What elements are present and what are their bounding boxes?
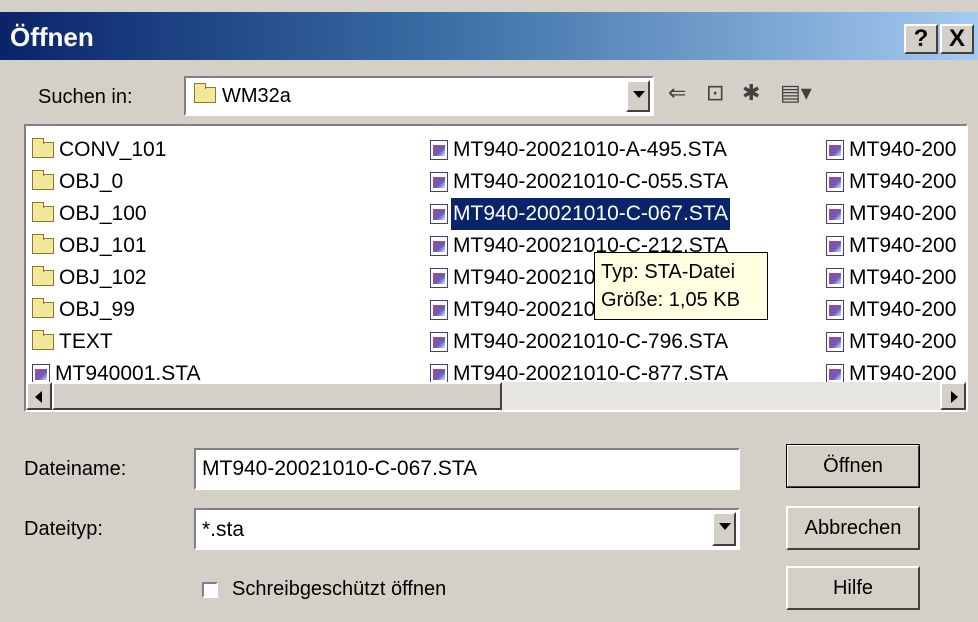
tooltip-size: Größe: 1,05 KB xyxy=(601,289,740,311)
file-item[interactable]: MT940-20021010-C-796.STA xyxy=(430,326,730,358)
folder-item[interactable]: OBJ_0 xyxy=(32,166,203,198)
item-label: OBJ_0 xyxy=(59,170,124,193)
file-icon xyxy=(826,364,844,384)
item-label: MT940-200 xyxy=(849,202,957,225)
item-label: MT940-200 xyxy=(849,298,957,321)
lookin-label: Suchen in: xyxy=(38,86,133,108)
readonly-label[interactable]: Schreibgeschützt öffnen xyxy=(232,578,446,601)
file-item[interactable]: MT940-200 xyxy=(826,262,958,294)
folder-item[interactable]: OBJ_101 xyxy=(32,230,203,262)
scroll-left-icon[interactable] xyxy=(26,382,52,410)
file-tooltip: Typ: STA-Datei Größe: 1,05 KB xyxy=(594,252,768,320)
folder-item[interactable]: TEXT xyxy=(32,326,203,358)
item-label: MT940-200 xyxy=(849,170,957,193)
item-label: MT940-200 xyxy=(849,138,957,161)
file-item[interactable]: MT940-200 xyxy=(826,294,958,326)
item-label: MT940-200 xyxy=(849,266,957,289)
file-icon xyxy=(826,204,844,224)
file-item[interactable]: MT940-200 xyxy=(826,230,958,262)
file-icon xyxy=(826,300,844,320)
folder-icon xyxy=(32,170,54,190)
file-list[interactable]: CONV_101 OBJ_0 OBJ_100 OBJ_101 OBJ_102 OBJ_99… xyxy=(24,124,968,412)
open-button[interactable]: Öffnen xyxy=(786,444,920,488)
dialog-title: Öffnen xyxy=(10,22,94,52)
file-icon xyxy=(430,236,448,256)
file-icon xyxy=(430,140,448,160)
file-icon xyxy=(826,332,844,352)
lookin-value: WM32a xyxy=(222,85,291,107)
filename-label: Dateiname: xyxy=(24,458,127,480)
item-label: OBJ_100 xyxy=(59,202,147,225)
help-button[interactable]: Hilfe xyxy=(786,566,920,610)
cancel-button[interactable]: Abbrechen xyxy=(786,506,920,550)
view-menu-icon[interactable]: ▤▾ xyxy=(780,80,812,106)
file-item[interactable]: MT940-20021010-C-067.STA xyxy=(430,197,732,231)
file-item[interactable]: MT940-200 xyxy=(826,134,958,166)
folder-icon xyxy=(32,298,54,318)
folder-item[interactable]: OBJ_102 xyxy=(32,262,203,294)
chevron-down-icon[interactable] xyxy=(626,80,650,112)
file-icon xyxy=(32,364,50,384)
chevron-down-icon[interactable] xyxy=(712,512,736,546)
item-label: TEXT xyxy=(59,330,113,353)
item-label: MT940-200 xyxy=(849,234,957,257)
file-icon xyxy=(826,140,844,160)
folder-item[interactable]: OBJ_99 xyxy=(32,294,203,326)
help-title-button[interactable]: ? xyxy=(904,24,938,54)
item-label: MT940-20021010-C-067.STA xyxy=(449,197,732,231)
file-icon xyxy=(430,172,448,192)
folder-icon xyxy=(32,330,54,350)
file-icon xyxy=(430,268,448,288)
title-bar[interactable]: Öffnen ? X xyxy=(0,12,978,60)
file-column-3: MT940-200 MT940-200 MT940-200 MT940-200 MT94… xyxy=(826,134,958,390)
folder-icon xyxy=(32,202,54,222)
folder-item[interactable]: CONV_101 xyxy=(32,134,203,166)
readonly-checkbox[interactable] xyxy=(202,582,218,598)
filename-field[interactable]: MT940-20021010-C-067.STA xyxy=(194,448,740,490)
lookin-dropdown[interactable]: WM32a xyxy=(184,76,654,116)
file-icon xyxy=(826,172,844,192)
new-folder-icon[interactable]: ✱ xyxy=(742,80,760,106)
item-label: MT940-20021010-C-796.STA xyxy=(453,330,729,353)
item-label: OBJ_101 xyxy=(59,234,147,257)
horizontal-scrollbar[interactable] xyxy=(26,382,966,410)
file-icon xyxy=(430,332,448,352)
item-label: MT940-20021010-A-495.STA xyxy=(453,138,727,161)
file-column-1: CONV_101 OBJ_0 OBJ_100 OBJ_101 OBJ_102 OBJ_99… xyxy=(32,134,203,390)
folder-item[interactable]: OBJ_100 xyxy=(32,198,203,230)
scroll-right-icon[interactable] xyxy=(940,382,966,410)
file-item[interactable]: MT940-200 xyxy=(826,166,958,198)
item-label: CONV_101 xyxy=(59,138,167,161)
file-icon xyxy=(826,236,844,256)
folder-icon xyxy=(32,138,54,158)
up-folder-icon[interactable]: ⊡ xyxy=(706,80,724,106)
file-item[interactable]: MT940-20021010-A-495.STA xyxy=(430,134,730,166)
filetype-value: *.sta xyxy=(202,518,245,541)
file-item[interactable]: MT940-20021010-C-055.STA xyxy=(430,166,730,198)
back-arrow-icon[interactable]: ⇐ xyxy=(668,80,686,106)
scroll-thumb[interactable] xyxy=(52,382,502,410)
close-button[interactable]: X xyxy=(940,24,974,54)
filetype-dropdown[interactable]: *.sta xyxy=(194,508,740,550)
folder-icon xyxy=(194,82,216,104)
folder-icon xyxy=(32,234,54,254)
file-icon xyxy=(826,268,844,288)
filetype-label: Dateityp: xyxy=(24,518,103,540)
file-item[interactable]: MT940-200 xyxy=(826,326,958,358)
file-icon xyxy=(430,300,448,320)
item-label: MT940-20021010-C-055.STA xyxy=(453,170,729,193)
file-icon xyxy=(430,364,448,384)
file-item[interactable]: MT940-200 xyxy=(826,198,958,230)
item-label: OBJ_99 xyxy=(59,298,135,321)
tooltip-type: Typ: STA-Datei xyxy=(601,261,736,283)
item-label: OBJ_102 xyxy=(59,266,147,289)
file-icon xyxy=(430,204,448,224)
folder-icon xyxy=(32,266,54,286)
open-dialog: Öffnen ? X Suchen in: WM32a ⇐ ⊡ ✱ ▤▾ CON… xyxy=(0,0,978,622)
item-label: MT940-200 xyxy=(849,330,957,353)
